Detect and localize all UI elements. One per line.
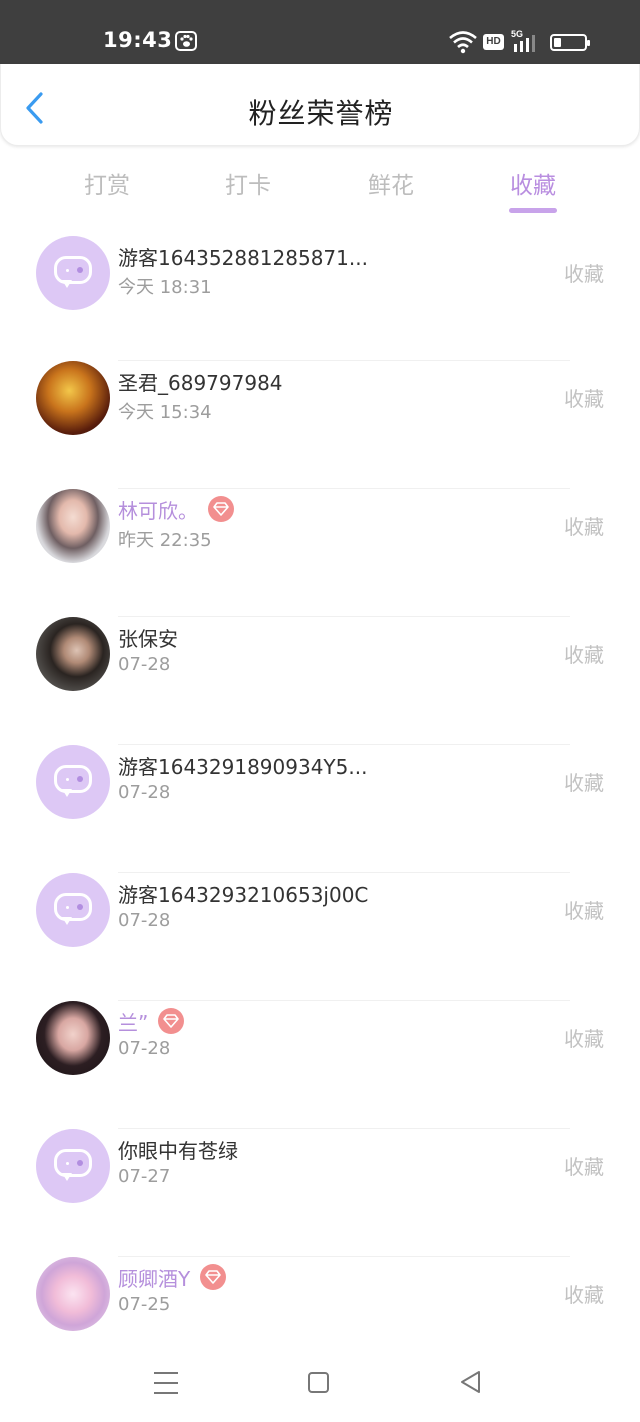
paw-icon bbox=[175, 31, 197, 51]
list-item[interactable]: 游客164352881285871... 今天 18:31 收藏 bbox=[0, 236, 640, 364]
timestamp: 昨天 22:35 bbox=[118, 530, 212, 551]
tab-reward[interactable]: 打赏 bbox=[57, 166, 157, 200]
divider bbox=[118, 1128, 570, 1129]
favorite-label: 收藏 bbox=[564, 387, 604, 411]
tab-favorites[interactable]: 收藏 bbox=[483, 166, 583, 200]
timestamp: 07-28 bbox=[118, 910, 171, 931]
timestamp: 07-28 bbox=[118, 1038, 171, 1059]
diamond-badge-icon bbox=[158, 1008, 185, 1034]
timestamp: 07-27 bbox=[118, 1166, 171, 1187]
default-chat-avatar bbox=[36, 873, 110, 947]
tab-flowers[interactable]: 鲜花 bbox=[341, 166, 441, 200]
active-tab-indicator bbox=[509, 208, 557, 213]
user-name: 游客1643293210653j00C bbox=[118, 882, 369, 907]
list-item[interactable]: 兰” 07-28 收藏 bbox=[0, 1000, 640, 1129]
home-square-icon[interactable] bbox=[308, 1372, 329, 1393]
tab-checkin[interactable]: 打卡 bbox=[198, 166, 298, 200]
timestamp: 07-28 bbox=[118, 654, 171, 675]
user-name: 林可欣。 bbox=[118, 498, 198, 523]
user-name: 圣君_689797984 bbox=[118, 370, 283, 395]
divider bbox=[118, 488, 570, 489]
user-name: 兰” bbox=[118, 1010, 149, 1035]
user-name: 游客1643291890934Y5... bbox=[118, 754, 368, 779]
divider bbox=[118, 1000, 570, 1001]
user-name: 游客164352881285871... bbox=[118, 245, 368, 270]
page-title: 粉丝荣誉榜 bbox=[248, 97, 394, 130]
wifi-icon bbox=[449, 31, 477, 54]
user-avatar bbox=[36, 1257, 110, 1331]
battery-level bbox=[554, 38, 561, 47]
hd-icon: HD bbox=[483, 34, 504, 50]
timestamp: 今天 15:34 bbox=[118, 402, 212, 423]
signal-icon bbox=[514, 35, 535, 52]
diamond-badge-icon bbox=[200, 1264, 227, 1290]
divider bbox=[118, 1256, 570, 1257]
timestamp: 今天 18:31 bbox=[118, 277, 212, 298]
default-chat-avatar bbox=[36, 236, 110, 310]
divider bbox=[118, 872, 570, 873]
favorite-label: 收藏 bbox=[564, 771, 604, 795]
favorite-label: 收藏 bbox=[564, 899, 604, 923]
list-item[interactable]: 圣君_689797984 今天 15:34 收藏 bbox=[0, 360, 640, 489]
user-avatar bbox=[36, 489, 110, 563]
user-name: 顾卿酒Y bbox=[118, 1266, 191, 1291]
diamond-badge-icon bbox=[208, 496, 234, 522]
timestamp: 07-28 bbox=[118, 782, 171, 803]
favorite-label: 收藏 bbox=[564, 515, 604, 539]
default-chat-avatar bbox=[36, 1129, 110, 1203]
favorite-label: 收藏 bbox=[564, 262, 604, 286]
favorite-label: 收藏 bbox=[564, 643, 604, 667]
divider bbox=[118, 744, 570, 745]
default-chat-avatar bbox=[36, 745, 110, 819]
user-avatar bbox=[36, 1001, 110, 1075]
favorite-label: 收藏 bbox=[564, 1027, 604, 1051]
divider bbox=[118, 616, 570, 617]
menu-icon[interactable] bbox=[154, 1372, 178, 1394]
system-nav-bar bbox=[0, 1350, 640, 1422]
favorite-label: 收藏 bbox=[564, 1155, 604, 1179]
back-triangle-icon[interactable] bbox=[458, 1369, 484, 1395]
favorite-label: 收藏 bbox=[564, 1283, 604, 1307]
timestamp: 07-25 bbox=[118, 1294, 171, 1315]
list-item[interactable]: 游客1643291890934Y5... 07-28 收藏 bbox=[0, 744, 640, 873]
list-item[interactable]: 你眼中有苍绿 07-27 收藏 bbox=[0, 1128, 640, 1257]
user-avatar bbox=[36, 617, 110, 691]
tab-bar: 打赏 打卡 鲜花 收藏 bbox=[0, 150, 640, 220]
divider bbox=[118, 360, 570, 361]
list-item[interactable]: 张保安 07-28 收藏 bbox=[0, 616, 640, 745]
battery-icon bbox=[550, 34, 590, 51]
user-name: 你眼中有苍绿 bbox=[118, 1138, 238, 1163]
status-icons: HD 5G bbox=[448, 28, 598, 56]
header: 粉丝荣誉榜 bbox=[0, 64, 640, 146]
user-name: 张保安 bbox=[118, 626, 178, 651]
user-avatar bbox=[36, 361, 110, 435]
status-bar: 19:43 HD 5G bbox=[0, 0, 640, 64]
list-item[interactable]: 林可欣。 昨天 22:35 收藏 bbox=[0, 488, 640, 617]
list-item[interactable]: 游客1643293210653j00C 07-28 收藏 bbox=[0, 872, 640, 1001]
status-time: 19:43 bbox=[103, 28, 173, 52]
